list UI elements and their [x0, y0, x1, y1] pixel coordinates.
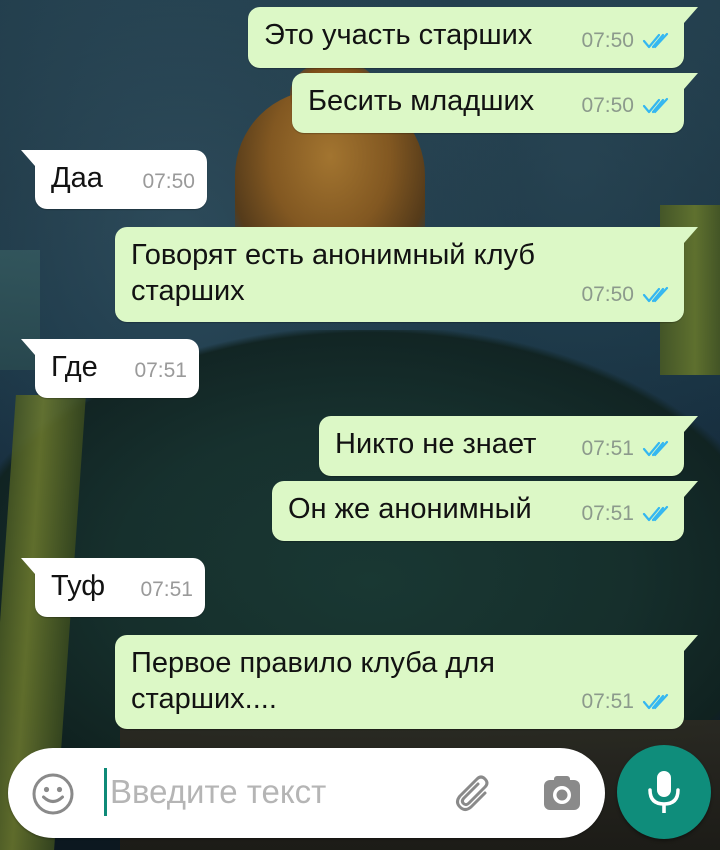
message-time: 07:51 — [581, 690, 634, 713]
message-bubble-incoming[interactable]: Туф 07:51 — [21, 558, 205, 617]
message-bubble-outgoing[interactable]: Никто не знает 07:51 — [319, 416, 698, 476]
voice-message-button[interactable] — [617, 745, 711, 839]
message-meta: 07:50 — [581, 88, 672, 124]
message-meta: 07:51 — [134, 353, 187, 389]
message-meta: 07:51 — [581, 496, 672, 532]
message-time: 07:51 — [581, 437, 634, 460]
emoji-icon — [32, 773, 74, 815]
read-ticks-icon — [642, 97, 669, 114]
message-bubble-incoming[interactable]: Даа 07:50 — [21, 150, 207, 209]
message-time: 07:50 — [581, 29, 634, 52]
message-meta: 07:50 — [581, 23, 672, 59]
read-ticks-icon — [642, 32, 669, 49]
message-meta: 07:50 — [142, 164, 195, 200]
message-time: 07:51 — [581, 502, 634, 525]
emoji-button[interactable] — [30, 771, 76, 817]
message-composer — [8, 748, 605, 838]
camera-icon — [544, 776, 580, 810]
message-text: Где — [51, 351, 98, 383]
message-time: 07:51 — [134, 359, 187, 382]
message-bubble-incoming[interactable]: Где 07:51 — [21, 339, 199, 398]
message-meta: 07:51 — [581, 431, 672, 467]
message-text: Никто не знает — [335, 428, 537, 460]
read-ticks-icon — [642, 286, 669, 303]
message-text: Бесить младших — [308, 85, 535, 117]
message-time: 07:50 — [142, 170, 195, 193]
message-bubble-outgoing[interactable]: Говорят есть анонимный клуб старших 07:5… — [115, 227, 698, 322]
message-time: 07:51 — [140, 578, 193, 601]
text-caret — [104, 768, 107, 816]
read-ticks-icon — [642, 505, 669, 522]
read-ticks-icon — [642, 693, 669, 710]
microphone-icon — [648, 771, 680, 813]
message-bubble-outgoing[interactable]: Это участь старших 07:50 — [248, 7, 698, 68]
paperclip-icon — [456, 775, 489, 811]
message-text: Он же анонимный — [288, 493, 532, 525]
message-text: Даа — [51, 162, 103, 194]
message-bubble-outgoing[interactable]: Первое правило клуба для старших.... 07:… — [115, 635, 698, 729]
message-meta: 07:51 — [581, 684, 672, 720]
message-text: Туф — [51, 570, 106, 602]
message-text: Первое правило клуба для старших.... — [131, 647, 495, 715]
attach-button[interactable] — [450, 770, 498, 818]
read-ticks-icon — [642, 440, 669, 457]
message-time: 07:50 — [581, 94, 634, 117]
message-text: Это участь старших — [264, 19, 533, 51]
message-text: Говорят есть анонимный клуб старших — [131, 239, 535, 307]
message-meta: 07:50 — [581, 277, 672, 313]
message-list[interactable]: Это участь старших 07:50 Бесить младших … — [0, 0, 720, 745]
message-bubble-outgoing[interactable]: Бесить младших 07:50 — [292, 73, 698, 133]
camera-button[interactable] — [538, 770, 586, 818]
message-input[interactable] — [110, 766, 440, 818]
message-time: 07:50 — [581, 283, 634, 306]
message-meta: 07:51 — [140, 572, 193, 608]
message-bubble-outgoing[interactable]: Он же анонимный 07:51 — [272, 481, 698, 541]
